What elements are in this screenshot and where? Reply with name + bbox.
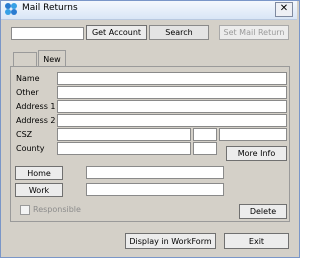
county-code-field[interactable]: [193, 142, 217, 155]
address1-label: Address 1: [16, 102, 56, 111]
search-input[interactable]: [11, 27, 84, 40]
tab-new[interactable]: New: [38, 50, 66, 67]
display-in-workform-button[interactable]: Display in WorkForm: [125, 233, 216, 249]
name-field[interactable]: [57, 72, 287, 85]
get-account-button[interactable]: Get Account: [86, 25, 147, 40]
address1-field[interactable]: [57, 100, 287, 113]
csz-label: CSZ: [16, 130, 33, 139]
delete-button[interactable]: Delete: [239, 204, 287, 219]
state-field[interactable]: [193, 128, 217, 141]
app-icon: [4, 2, 18, 16]
responsible-checkbox[interactable]: [20, 205, 30, 215]
work-button[interactable]: Work: [15, 183, 63, 197]
address2-label: Address 2: [16, 116, 56, 125]
set-mail-return-button[interactable]: Set Mail Return: [219, 25, 289, 40]
county-label: County: [16, 144, 45, 153]
address2-field[interactable]: [57, 114, 287, 127]
close-icon: ✕: [279, 3, 289, 14]
exit-button[interactable]: Exit: [224, 233, 289, 249]
city-field[interactable]: [57, 128, 191, 141]
search-button[interactable]: Search: [149, 25, 209, 40]
county-field[interactable]: [57, 142, 191, 155]
home-button[interactable]: Home: [15, 166, 63, 180]
responsible-label: Responsible: [33, 205, 81, 214]
name-label: Name: [16, 74, 40, 83]
close-button[interactable]: ✕: [275, 2, 293, 17]
work-phone-field[interactable]: [86, 183, 224, 196]
tab-blank[interactable]: [13, 52, 37, 66]
home-phone-field[interactable]: [86, 166, 224, 179]
zip-field[interactable]: [219, 128, 287, 141]
more-info-button[interactable]: More Info: [226, 146, 287, 161]
window-title: Mail Returns: [22, 3, 78, 13]
other-label: Other: [16, 88, 39, 97]
other-field[interactable]: [57, 86, 287, 99]
